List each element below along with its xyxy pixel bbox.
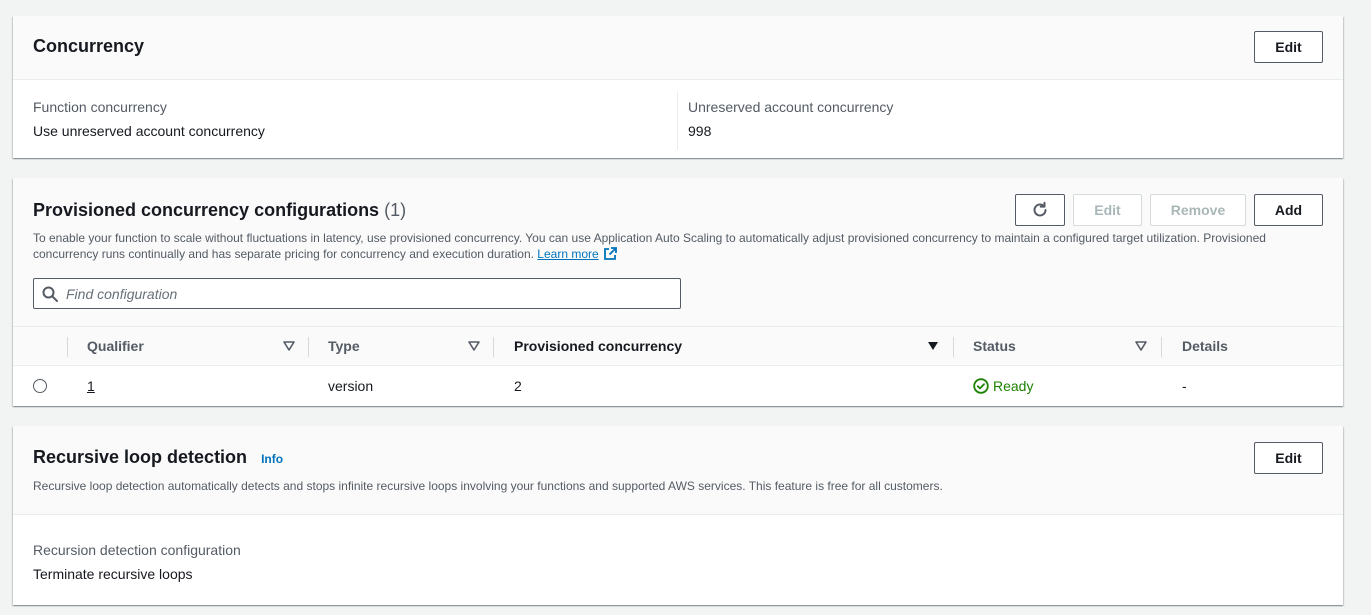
concurrency-edit-button[interactable]: Edit	[1254, 31, 1323, 63]
provisioned-count: (1)	[384, 200, 407, 220]
add-button[interactable]: Add	[1254, 194, 1323, 226]
column-header-qualifier[interactable]: Qualifier	[87, 338, 144, 354]
concurrency-panel: Concurrency Edit Function concurrency Us…	[13, 16, 1343, 158]
info-link[interactable]: Info	[261, 452, 283, 466]
concurrency-header: Concurrency Edit	[13, 16, 1343, 80]
recursive-title: Recursive loop detection Info	[33, 447, 283, 468]
unreserved-concurrency-label: Unreserved account concurrency	[688, 99, 894, 115]
type-cell: version	[328, 378, 374, 394]
provisioned-cell: 2	[514, 378, 522, 394]
check-circle-icon	[973, 378, 989, 394]
column-header-provisioned[interactable]: Provisioned concurrency	[514, 338, 682, 354]
column-divider	[1161, 337, 1162, 357]
column-header-status[interactable]: Status	[973, 338, 1016, 354]
concurrency-title: Concurrency	[33, 36, 145, 56]
sort-icon[interactable]	[468, 341, 480, 351]
column-divider	[953, 337, 954, 357]
column-divider	[67, 337, 68, 357]
unreserved-concurrency-value: 998	[688, 123, 712, 139]
external-link-icon	[603, 247, 617, 260]
refresh-icon	[1033, 201, 1047, 217]
function-concurrency-label: Function concurrency	[33, 99, 167, 115]
provisioned-title-text: Provisioned concurrency configurations	[33, 200, 380, 220]
table-row: 1 version 2 Ready -	[13, 366, 1343, 406]
qualifier-link[interactable]: 1	[87, 378, 95, 394]
status-cell: Ready	[973, 378, 1033, 394]
details-cell: -	[1182, 378, 1187, 394]
row-select-radio[interactable]	[33, 379, 47, 393]
column-divider	[493, 337, 494, 357]
find-configuration-input[interactable]: Find configuration	[33, 278, 681, 309]
remove-button[interactable]: Remove	[1150, 194, 1246, 226]
recursive-title-text: Recursive loop detection	[33, 447, 248, 467]
recursive-edit-button[interactable]: Edit	[1254, 442, 1323, 474]
provisioned-title: Provisioned concurrency configurations (…	[33, 200, 406, 221]
refresh-button[interactable]	[1015, 194, 1065, 226]
provisioned-edit-button[interactable]: Edit	[1073, 194, 1142, 226]
provisioned-description-text: To enable your function to scale without…	[33, 231, 1266, 261]
sort-icon[interactable]	[1135, 341, 1147, 351]
table-header: Qualifier Type Provisioned concurrency S…	[13, 326, 1343, 366]
column-header-type[interactable]: Type	[328, 338, 360, 354]
sort-descending-icon[interactable]	[927, 341, 939, 351]
provisioned-concurrency-panel: Provisioned concurrency configurations (…	[13, 178, 1343, 406]
learn-more-link[interactable]: Learn more	[537, 247, 598, 261]
recursive-loop-panel: Recursive loop detection Info Edit Recur…	[13, 426, 1343, 605]
function-concurrency-value: Use unreserved account concurrency	[33, 123, 265, 139]
column-divider	[677, 92, 678, 150]
provisioned-description: To enable your function to scale without…	[33, 230, 1323, 262]
recursion-config-value: Terminate recursive loops	[33, 566, 193, 582]
sort-icon[interactable]	[283, 341, 295, 351]
column-header-details: Details	[1182, 338, 1228, 354]
column-divider	[308, 337, 309, 357]
recursive-description: Recursive loop detection automatically d…	[33, 479, 943, 493]
recursion-config-label: Recursion detection configuration	[33, 542, 241, 558]
search-placeholder: Find configuration	[66, 286, 178, 302]
status-text: Ready	[993, 378, 1034, 394]
recursive-header: Recursive loop detection Info Edit Recur…	[13, 426, 1343, 515]
search-icon	[42, 286, 58, 302]
